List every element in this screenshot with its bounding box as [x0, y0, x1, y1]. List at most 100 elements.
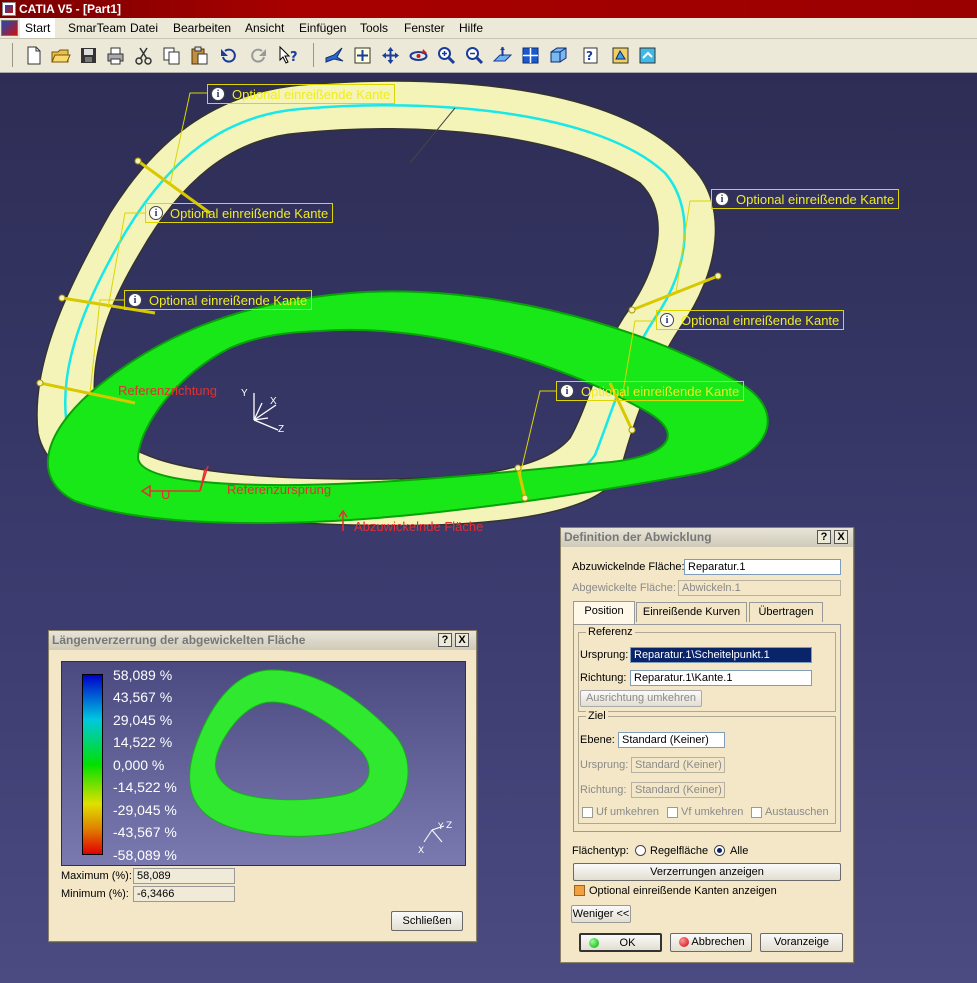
preview-button[interactable]: Voranzeige — [760, 933, 843, 952]
cancel-icon — [679, 937, 689, 947]
plane-label: Ebene: — [580, 734, 615, 746]
menu-bar: Start SmarTeam Datei Bearbeiten Ansicht … — [0, 18, 977, 39]
surface-type-label: Flächentyp: — [572, 845, 629, 857]
swap-checkbox[interactable] — [751, 807, 762, 818]
toolbar-separator — [313, 43, 314, 67]
plane-field[interactable]: Standard (Keiner) — [618, 732, 725, 748]
reference-origin-label: Referenzursprung — [227, 482, 332, 497]
tear-edge-callout[interactable]: i Optional einreißende Kante — [711, 189, 900, 209]
tear-edge-callout[interactable]: i Optional einreißende Kante — [124, 290, 313, 310]
swap-visible-icon[interactable] — [637, 45, 658, 66]
reference-group-title: Referenz — [586, 626, 635, 638]
undo-icon[interactable] — [218, 45, 239, 66]
less-button[interactable]: Weniger << — [571, 905, 631, 923]
preview-axis-z: Z — [446, 821, 452, 831]
origin-label: Ursprung: — [580, 649, 629, 661]
all-label: Alle — [730, 845, 749, 857]
tab-position[interactable]: Position — [573, 601, 635, 625]
svg-text:?: ? — [586, 49, 593, 63]
open-icon[interactable] — [50, 45, 71, 66]
zoom-in-icon[interactable] — [436, 45, 457, 66]
toolbar: ? ? — [0, 39, 977, 73]
cancel-button[interactable]: Abbrechen — [670, 933, 752, 952]
target-direction-field: Standard (Keiner) — [631, 782, 725, 798]
redo-icon[interactable] — [248, 45, 269, 66]
maximum-value: 58,089 — [133, 868, 235, 884]
menu-einfuegen[interactable]: Einfügen — [294, 18, 351, 38]
preview-axis-y: Y — [437, 822, 444, 832]
unfolded-surface-label: Abgewickelte Fläche: — [572, 582, 676, 594]
menu-bearbeiten[interactable]: Bearbeiten — [168, 18, 236, 38]
all-radio[interactable] — [714, 845, 725, 856]
show-distortions-button[interactable]: Verzerrungen anzeigen — [573, 863, 841, 881]
hide-show-icon[interactable] — [610, 45, 631, 66]
close-button[interactable]: Schließen — [391, 911, 463, 931]
new-icon[interactable] — [23, 45, 44, 66]
pan-icon[interactable] — [380, 45, 401, 66]
axis-x-label: X — [270, 396, 277, 407]
distortion-shape: X Y Z — [189, 669, 452, 856]
tab-transfer[interactable]: Übertragen — [749, 602, 823, 622]
zoom-out-icon[interactable] — [464, 45, 485, 66]
toolbar-separator — [12, 43, 13, 67]
tear-edge-callout[interactable]: i Optional einreißende Kante — [145, 203, 334, 223]
tab-tear-curves[interactable]: Einreißende Kurven — [636, 602, 747, 622]
save-icon[interactable] — [78, 45, 99, 66]
target-origin-label: Ursprung: — [580, 759, 629, 771]
menu-hilfe[interactable]: Hilfe — [454, 18, 488, 38]
menu-smarteam[interactable]: SmarTeam — [63, 18, 131, 38]
tear-edge-callout[interactable]: i Optional einreißende Kante — [656, 310, 845, 330]
menu-ansicht[interactable]: Ansicht — [240, 18, 289, 38]
iso-view-icon[interactable] — [548, 45, 569, 66]
rotate-icon[interactable] — [408, 45, 429, 66]
info-icon: i — [128, 293, 142, 307]
help-button[interactable]: ? — [438, 633, 452, 647]
surface-to-unfold-label: Abzuwickelnde Fläche: — [572, 561, 685, 573]
paste-icon[interactable] — [189, 45, 210, 66]
multi-view-icon[interactable] — [520, 45, 541, 66]
reference-direction-label: Referenzrichtung — [118, 383, 217, 398]
surface-to-unfold-label: Abzuwickelnde Fläche — [354, 519, 484, 534]
svg-text:?: ? — [290, 50, 298, 65]
uf-reverse-label: Uf umkehren — [596, 806, 659, 818]
u-direction-label: U — [161, 487, 171, 502]
tear-edge-callout[interactable]: i Optional einreißende Kante — [556, 381, 745, 401]
fly-mode-icon[interactable] — [324, 45, 345, 66]
info-icon: i — [560, 384, 574, 398]
ruled-surface-label: Regelfläche — [650, 845, 709, 857]
window-title: CATIA V5 - [Part1] — [19, 2, 122, 16]
help-button[interactable]: ? — [817, 530, 831, 544]
distortion-preview: 58,089 % 43,567 % 29,045 % 14,522 % 0,00… — [61, 661, 466, 866]
info-icon: i — [149, 206, 163, 220]
info-icon: i — [660, 313, 674, 327]
catia-logo-icon[interactable] — [1, 20, 18, 36]
minimum-value: -6,3466 — [133, 886, 235, 902]
close-icon[interactable]: X — [834, 530, 848, 544]
ok-button[interactable]: OK — [579, 933, 662, 952]
unfold-dialog-title: Definition der Abwicklung — [561, 528, 853, 547]
print-icon[interactable] — [105, 45, 126, 66]
whats-this-icon[interactable]: ? — [278, 45, 299, 66]
show-tear-edges-checkbox[interactable] — [574, 885, 585, 896]
normal-view-icon[interactable] — [492, 45, 513, 66]
ok-icon — [589, 938, 599, 948]
copy-icon[interactable] — [161, 45, 182, 66]
menu-fenster[interactable]: Fenster — [399, 18, 450, 38]
menu-start[interactable]: Start — [20, 18, 56, 38]
fit-all-icon[interactable] — [352, 45, 373, 66]
view-mode-icon[interactable]: ? — [580, 45, 601, 66]
tear-edge-callout[interactable]: i Optional einreißende Kante — [207, 84, 396, 104]
reverse-direction-button[interactable]: Ausrichtung umkehren — [580, 690, 702, 707]
ruled-surface-radio[interactable] — [635, 845, 646, 856]
menu-tools[interactable]: Tools — [355, 18, 393, 38]
direction-field[interactable]: Reparatur.1\Kante.1 — [630, 670, 812, 686]
uf-reverse-checkbox[interactable] — [582, 807, 593, 818]
catia-app-icon[interactable] — [2, 2, 16, 16]
surface-to-unfold-field[interactable]: Reparatur.1 — [684, 559, 841, 575]
close-icon[interactable]: X — [455, 633, 469, 647]
origin-field[interactable]: Reparatur.1\Scheitelpunkt.1 — [630, 647, 812, 663]
distortion-dialog: Längenverzerrung der abgewickelten Fläch… — [48, 630, 477, 942]
menu-datei[interactable]: Datei — [125, 18, 163, 38]
vf-reverse-checkbox[interactable] — [667, 807, 678, 818]
cut-icon[interactable] — [133, 45, 154, 66]
